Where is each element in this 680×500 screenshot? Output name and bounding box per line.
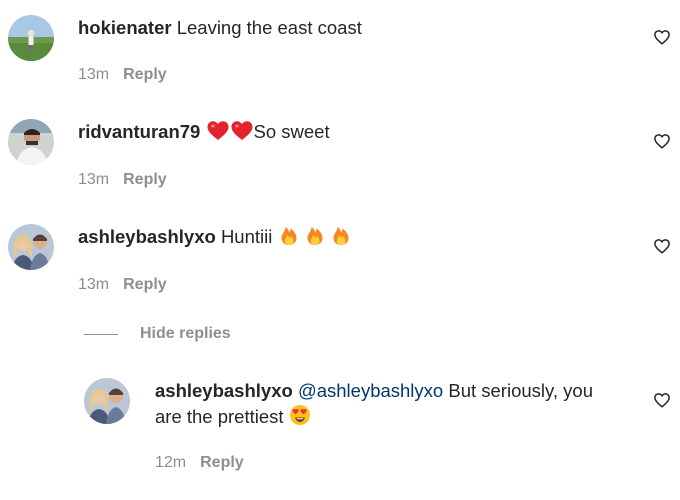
heart-outline-icon[interactable] bbox=[653, 132, 671, 150]
red-heart-emoji bbox=[206, 119, 254, 148]
reply-timestamp[interactable]: 12m bbox=[155, 454, 186, 471]
comment-body: Huntiii bbox=[220, 226, 273, 247]
avatar[interactable] bbox=[8, 15, 54, 61]
reply-body-line-1: But seriously, you bbox=[448, 380, 593, 401]
divider-line bbox=[84, 334, 118, 335]
heart-outline-icon[interactable] bbox=[653, 237, 671, 255]
comment-username[interactable]: ashleybashlyxo bbox=[78, 226, 216, 247]
comment-meta: 13m Reply bbox=[78, 275, 167, 295]
comment-body: Leaving the east coast bbox=[176, 17, 362, 38]
mention-link[interactable]: @ashleybashlyxo bbox=[298, 380, 443, 401]
avatar[interactable] bbox=[8, 119, 54, 165]
reply-line-1: ashleybashlyxo @ashleybashlyxo But serio… bbox=[155, 378, 635, 404]
heart-outline-icon[interactable] bbox=[653, 391, 671, 409]
comment-meta: 13m Reply bbox=[78, 65, 167, 85]
fire-emoji bbox=[278, 224, 354, 253]
comment-meta: 13m Reply bbox=[78, 170, 167, 190]
avatar[interactable] bbox=[8, 224, 54, 270]
comment-username[interactable]: hokienater bbox=[78, 17, 172, 38]
avatar[interactable] bbox=[84, 378, 130, 424]
reply-body-line-2: are the prettiest bbox=[155, 406, 284, 427]
comment-body: So sweet bbox=[253, 121, 330, 142]
reply-button[interactable]: Reply bbox=[123, 276, 167, 293]
reply-text: ashleybashlyxo @ashleybashlyxo But serio… bbox=[155, 378, 635, 433]
comment-username[interactable]: ridvanturan79 bbox=[78, 121, 200, 142]
reply-button[interactable]: Reply bbox=[123, 171, 167, 188]
reply-username[interactable]: ashleybashlyxo bbox=[155, 380, 293, 401]
comment-timestamp[interactable]: 13m bbox=[78, 276, 109, 293]
reply-button[interactable]: Reply bbox=[123, 66, 167, 83]
hide-replies-label[interactable]: Hide replies bbox=[140, 322, 231, 346]
reply-line-2: are the prettiest bbox=[155, 404, 635, 433]
comment-timestamp[interactable]: 13m bbox=[78, 66, 109, 83]
heart-outline-icon[interactable] bbox=[653, 28, 671, 46]
comment-timestamp[interactable]: 13m bbox=[78, 171, 109, 188]
comment-text: ashleybashlyxo Huntiii bbox=[78, 224, 354, 253]
heart-eyes-emoji bbox=[289, 404, 311, 433]
reply-button[interactable]: Reply bbox=[200, 454, 244, 471]
reply-meta: 12m Reply bbox=[155, 453, 244, 473]
comment-text: hokienater Leaving the east coast bbox=[78, 15, 362, 41]
comment-text: ridvanturan79 So sweet bbox=[78, 119, 330, 148]
